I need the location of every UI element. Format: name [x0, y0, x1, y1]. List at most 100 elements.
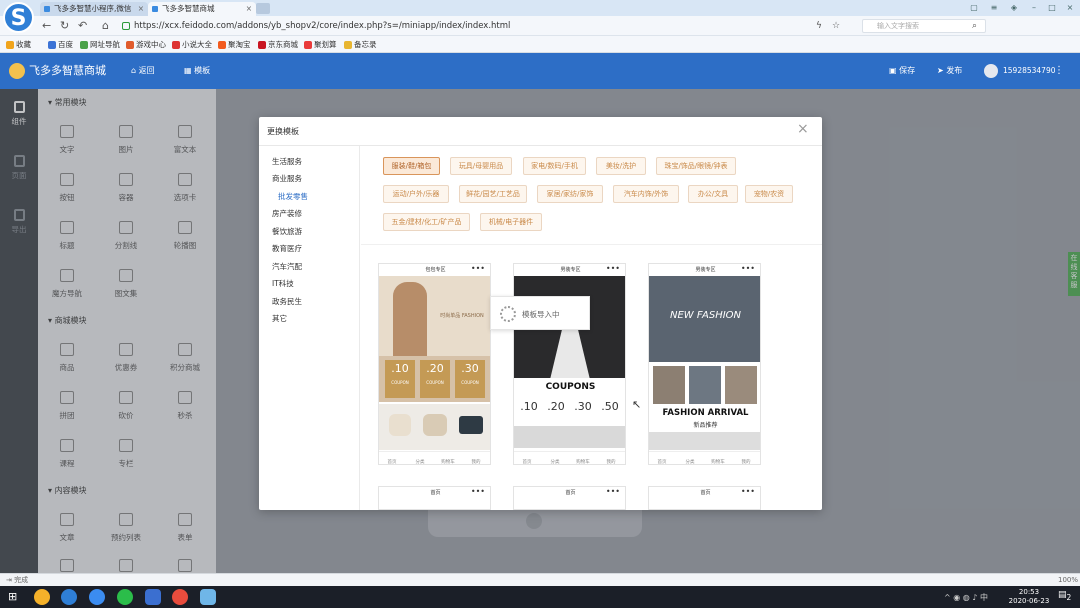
bookmark-item[interactable]: 京东商城 — [258, 39, 298, 50]
browser-app-icon[interactable] — [34, 589, 50, 605]
browser-tab-active[interactable]: 飞多多智慧商城 × — [148, 2, 256, 16]
bookmark-item[interactable]: 小说大全 — [172, 39, 212, 50]
app-header: 飞多多智慧商城 ⌂ 返回 ▦ 模板 ▣ 保存 ➤ 发布 15928534790 … — [0, 53, 1080, 89]
bookmark-item[interactable]: 百度 — [48, 39, 73, 50]
avatar[interactable] — [984, 64, 998, 78]
maximize-icon[interactable]: □ — [1046, 2, 1058, 13]
tag[interactable]: 宠物/农资 — [745, 185, 793, 203]
bookmark-item[interactable]: 游戏中心 — [126, 39, 166, 50]
template-card[interactable]: 首页 ••• — [378, 486, 491, 510]
coupon[interactable]: .20 COUPON — [420, 360, 450, 398]
close-tab-icon[interactable]: × — [138, 2, 144, 16]
category-item[interactable]: IT科技 — [272, 278, 294, 289]
bookmark-item[interactable]: 聚划算 — [304, 39, 337, 50]
tag[interactable]: 家居/家纺/家饰 — [537, 185, 603, 203]
refresh-icon[interactable]: ↻ — [60, 20, 69, 32]
product-image — [725, 366, 757, 404]
tag[interactable]: 鲜花/园艺/工艺品 — [459, 185, 527, 203]
bookmark-icon — [304, 41, 312, 49]
template-button[interactable]: ▦ 模板 — [184, 53, 210, 89]
tag[interactable]: 珠宝/饰品/眼镜/钟表 — [656, 157, 736, 175]
windows-start-icon[interactable]: ⊞ — [8, 590, 17, 604]
publish-button[interactable]: ➤ 发布 — [937, 53, 962, 89]
menu-icon[interactable]: ≡ — [988, 2, 1000, 13]
taskbar: ⊞ ^ ◉ ◍ ♪ 中 20:53 2020-06-23 ▤2 — [0, 586, 1080, 608]
tag[interactable]: 机械/电子器件 — [480, 213, 542, 231]
browser-app-icon[interactable] — [61, 589, 77, 605]
search-icon[interactable]: ⌕ — [972, 20, 977, 32]
restore-icon[interactable]: ▢ — [968, 2, 980, 13]
coupon[interactable]: .10 — [518, 400, 540, 413]
category-item[interactable]: 房产装修 — [272, 208, 302, 219]
tag[interactable]: 汽车内饰/外饰 — [613, 185, 679, 203]
category-item[interactable]: 餐饮旅游 — [272, 226, 302, 237]
bag-product — [459, 416, 483, 434]
category-list: 生活服务 商业服务 批发零售 房产装修 餐饮旅游 教育医疗 汽车汽配 IT科技 … — [259, 146, 360, 510]
url-field[interactable]: https://xcx.feidodo.com/addons/yb_shopv2… — [120, 19, 810, 33]
close-icon[interactable]: × — [797, 122, 809, 136]
tag[interactable]: 运动/户外/乐器 — [383, 185, 449, 203]
more-icon[interactable]: ⋮ — [1054, 53, 1064, 89]
coupon[interactable]: .20 — [545, 400, 567, 413]
browser-tab[interactable]: 飞多多智慧小程序,微信 × — [40, 2, 148, 16]
grid-icon: ▦ — [184, 66, 195, 75]
bookmark-item[interactable]: 备忘录 — [344, 39, 377, 50]
category-item[interactable]: 其它 — [272, 313, 287, 324]
browser-tab-bar: S 飞多多智慧小程序,微信 × 飞多多智慧商城 × ▢ ≡ ◈ – □ × — [0, 0, 1080, 33]
star-icon[interactable]: ☆ — [832, 20, 840, 32]
app-icon[interactable] — [89, 589, 105, 605]
new-tab-button[interactable] — [256, 3, 270, 14]
bookmarks-bar: 收藏 百度 网址导航 游戏中心 小说大全 聚淘宝 京东商城 聚划算 备忘录 — [0, 36, 1080, 53]
chrome-icon[interactable] — [172, 589, 188, 605]
app-icon[interactable] — [200, 589, 216, 605]
user-phone[interactable]: 15928534790 — [1003, 53, 1056, 89]
browser-search-input[interactable]: 输入文字搜索 — [862, 19, 986, 33]
category-item-selected[interactable]: 批发零售 — [278, 191, 308, 202]
skin-icon[interactable]: ◈ — [1008, 2, 1020, 13]
more-icon: ••• — [605, 264, 620, 273]
hero-text: NEW FASHION — [669, 310, 742, 321]
close-tab-icon[interactable]: × — [246, 2, 252, 16]
home-icon[interactable]: ⌂ — [102, 20, 109, 32]
notification-icon[interactable]: ▤2 — [1058, 590, 1071, 602]
tag[interactable]: 玩具/母婴用品 — [450, 157, 512, 175]
back-icon[interactable]: ← — [42, 20, 51, 32]
tag-selected[interactable]: 服装/鞋/箱包 — [383, 157, 440, 175]
category-item[interactable]: 汽车汽配 — [272, 261, 302, 272]
template-card[interactable]: 首页 ••• — [513, 486, 626, 510]
coupon[interactable]: .30 — [572, 400, 594, 413]
bookmark-item[interactable]: 收藏 — [6, 39, 31, 50]
minimize-icon[interactable]: – — [1028, 2, 1040, 13]
bookmark-item[interactable]: 网址导航 — [80, 39, 120, 50]
product-image — [689, 366, 721, 404]
zoom-level[interactable]: 100% — [1058, 574, 1078, 586]
category-item[interactable]: 政务民生 — [272, 296, 302, 307]
save-icon: ▣ — [889, 66, 900, 75]
tag[interactable]: 五金/建材/化工/矿产品 — [383, 213, 470, 231]
category-item[interactable]: 商业服务 — [272, 173, 302, 184]
category-item[interactable]: 生活服务 — [272, 156, 302, 167]
more-icon: ••• — [740, 487, 755, 496]
template-card[interactable]: 男装专区 ••• COUPONS .10 .20 .30 .50 首页 分类 购物车… — [513, 263, 626, 465]
close-window-icon[interactable]: × — [1064, 2, 1076, 13]
tray-icons[interactable]: ^ ◉ ◍ ♪ 中 — [944, 592, 988, 603]
more-icon: ••• — [740, 264, 755, 273]
save-button[interactable]: ▣ 保存 — [889, 53, 915, 89]
template-card[interactable]: 首页 ••• — [648, 486, 761, 510]
undo-icon[interactable]: ↶ — [78, 20, 87, 32]
category-item[interactable]: 教育医疗 — [272, 243, 302, 254]
bookmark-item[interactable]: 聚淘宝 — [218, 39, 251, 50]
lightning-icon[interactable]: ϟ — [816, 20, 822, 32]
tag[interactable]: 美妆/洗护 — [596, 157, 646, 175]
back-button[interactable]: ⌂ 返回 — [131, 53, 155, 89]
tag[interactable]: 办公/文具 — [688, 185, 738, 203]
tag[interactable]: 家电/数码/手机 — [523, 157, 586, 175]
coupon[interactable]: .10 COUPON — [385, 360, 415, 398]
app-icon[interactable] — [145, 589, 161, 605]
coupon[interactable]: .50 — [599, 400, 621, 413]
template-card[interactable]: 男装专区 ••• NEW FASHION FASHION ARRIVAL 新品推… — [648, 263, 761, 465]
wechat-icon[interactable] — [117, 589, 133, 605]
clock[interactable]: 20:53 2020-06-23 — [1004, 588, 1054, 606]
coupon[interactable]: .30 COUPON — [455, 360, 485, 398]
template-card[interactable]: 包包专区 ••• 时尚单品 FASHION .10 COUPON .20 COUPO… — [378, 263, 491, 465]
